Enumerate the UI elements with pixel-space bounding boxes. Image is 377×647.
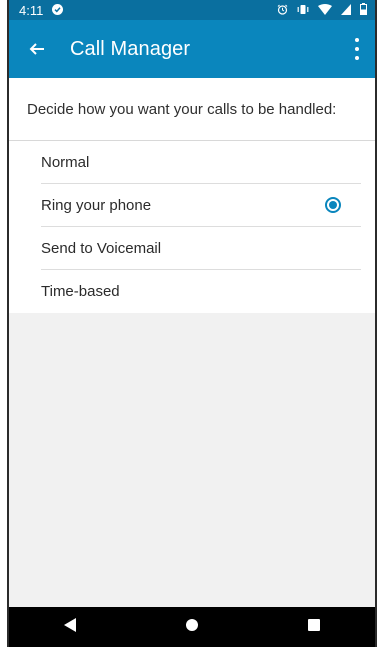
option-label: Ring your phone [41, 196, 152, 214]
prompt-text: Decide how you want your calls to be han… [9, 78, 375, 141]
status-bar: 4:11 [9, 0, 375, 20]
content-panel: Decide how you want your calls to be han… [9, 78, 375, 313]
page-title: Call Manager [70, 37, 191, 60]
cellular-signal-icon [341, 3, 351, 18]
app-bar: Call Manager [9, 20, 375, 78]
option-send-to-voicemail[interactable]: Send to Voicemail [41, 227, 361, 270]
selected-radio-icon[interactable] [325, 197, 341, 213]
option-ring-your-phone[interactable]: Ring your phone [41, 184, 361, 227]
menu-dot [355, 47, 359, 51]
status-time: 4:11 [19, 2, 44, 18]
option-label: Send to Voicemail [41, 239, 162, 257]
radio-dot [329, 201, 337, 209]
phone-screen: 4:11 Call Manager Decide how you want yo… [7, 0, 377, 647]
status-left: 4:11 [19, 2, 64, 18]
overflow-menu-icon[interactable] [350, 38, 364, 60]
wifi-icon [318, 3, 332, 18]
menu-dot [355, 38, 359, 42]
nav-back-icon[interactable] [63, 617, 76, 637]
call-options-list: Normal Ring your phone Send to Voicemail… [9, 141, 375, 313]
battery-icon [360, 2, 367, 18]
navigation-bar [9, 607, 375, 647]
nav-home-icon[interactable] [185, 618, 199, 637]
option-label: Normal [41, 153, 90, 171]
vibrate-icon [297, 3, 309, 18]
option-label: Time-based [41, 283, 120, 300]
notification-check-icon [52, 3, 64, 18]
option-normal[interactable]: Normal [41, 141, 361, 184]
menu-dot [355, 56, 359, 60]
option-time-based[interactable]: Time-based [41, 270, 361, 313]
alarm-clock-icon [277, 3, 288, 18]
status-icons [277, 2, 367, 18]
back-arrow-icon[interactable] [27, 39, 47, 59]
nav-recents-icon[interactable] [308, 618, 321, 636]
